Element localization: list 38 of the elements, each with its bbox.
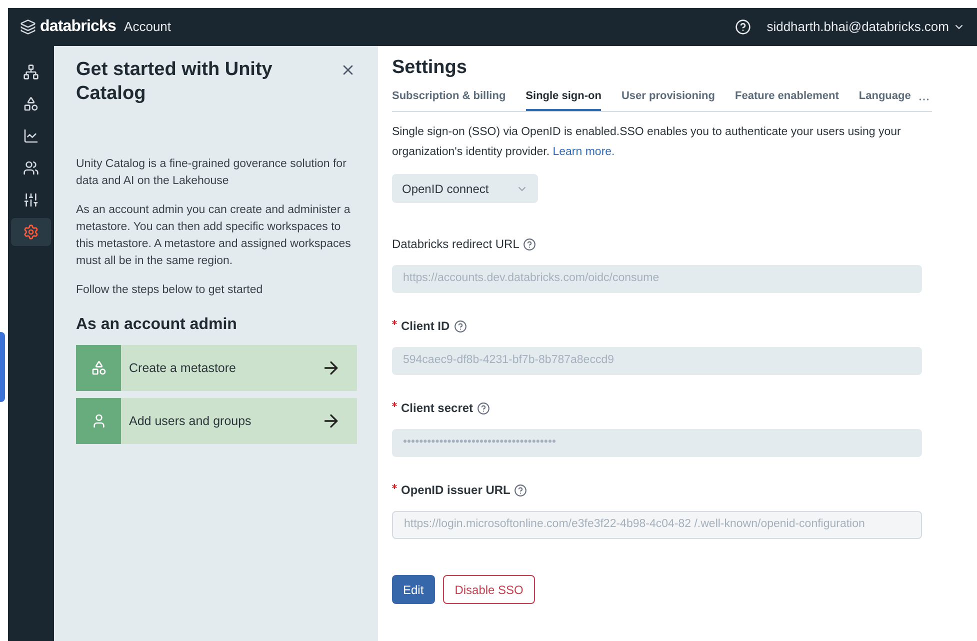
sso-description: Single sign-on (SSO) via OpenID is enabled.SSO enables you to authenticate your users using your organization's identity provider. Learn more. [392, 125, 902, 160]
tab[interactable]: Subscription & billing [392, 88, 506, 111]
user-icon [90, 413, 106, 429]
step-card[interactable]: Add users and groups [76, 398, 357, 444]
field-label: Client ID [401, 318, 450, 335]
settings-title: Settings [392, 56, 468, 80]
guide-paragraph: Follow the steps below to get started [76, 283, 264, 298]
user-menu[interactable]: siddharth.bhai@databricks.com [766, 17, 965, 37]
brand-name: databricks [40, 17, 116, 37]
guide-title: Get started with Unity Catalog [76, 58, 274, 106]
learn-more-link[interactable]: Learn more. [552, 146, 615, 158]
side-handle [0, 332, 5, 402]
step-label: Add users and groups [128, 412, 252, 430]
shapes-icon [23, 96, 39, 112]
guide-paragraph: Unity Catalog is a fine-grained goverance solution for data and AI on the Lakehouse [76, 157, 348, 189]
more-tabs-icon[interactable] [918, 98, 929, 101]
shapes-icon [90, 360, 106, 376]
guide-paragraph: As an account admin you can create and administer a metastore. You can then add specific workspaces to this metastore. A metastore and assigned workspaces must all be in the same region. [76, 203, 352, 269]
hierarchy-icon [23, 64, 39, 80]
guide-subtitle: As an account admin [76, 315, 238, 335]
step-card[interactable]: Create a metastore [76, 345, 357, 391]
settings-icon [23, 224, 39, 240]
field-label: OpenID issuer URL [401, 482, 510, 499]
tab[interactable]: Language [858, 88, 911, 111]
edit-button[interactable]: Edit [392, 575, 435, 604]
line-chart-icon [23, 128, 39, 144]
tab[interactable]: User provisioning [621, 88, 715, 111]
field-label: Client secret [401, 400, 474, 417]
sliders-icon [23, 192, 39, 208]
step-label: Create a metastore [128, 360, 237, 377]
tab[interactable]: Single sign-on [526, 88, 602, 111]
field-label: Databricks redirect URL [392, 236, 520, 253]
disable-sso-button[interactable]: Disable SSO [442, 575, 536, 604]
tab[interactable]: Feature enablement [734, 88, 839, 111]
logo-icon [20, 19, 36, 35]
users-icon [23, 160, 39, 176]
protocol-select[interactable]: OpenID connect [392, 174, 538, 203]
product-name: Account [124, 18, 172, 36]
